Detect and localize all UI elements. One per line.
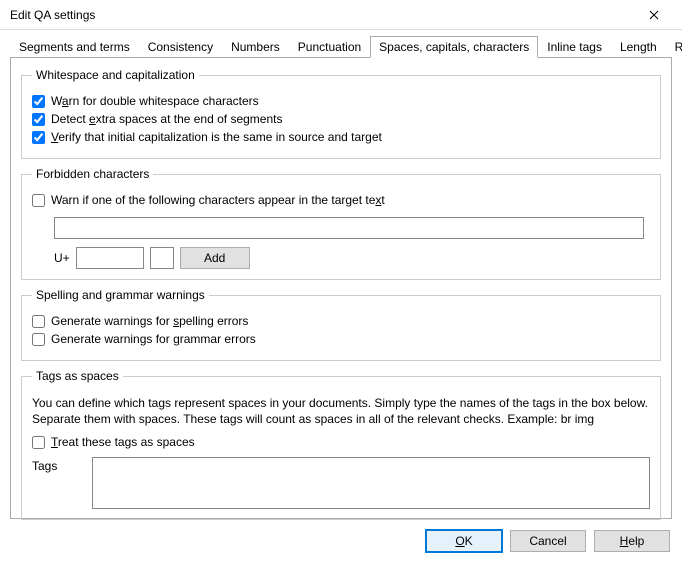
unicode-char-input[interactable] bbox=[150, 247, 174, 269]
group-spelling: Spelling and grammar warnings Generate w… bbox=[21, 288, 661, 361]
tags-description: You can define which tags represent spac… bbox=[32, 395, 650, 427]
tab-consistency[interactable]: Consistency bbox=[139, 36, 222, 58]
chk-treat-tags-input[interactable] bbox=[32, 436, 45, 449]
tab-strip: Segments and terms Consistency Numbers P… bbox=[0, 30, 682, 58]
chk-grammar-warnings-label: Generate warnings for grammar errors bbox=[51, 332, 256, 346]
chk-spelling-warnings[interactable]: Generate warnings for spelling errors bbox=[32, 314, 650, 328]
chk-forbidden-warn[interactable]: Warn if one of the following characters … bbox=[32, 193, 650, 207]
chk-forbidden-warn-label: Warn if one of the following characters … bbox=[51, 193, 385, 207]
chk-treat-tags-as-spaces[interactable]: Treat these tags as spaces bbox=[32, 435, 650, 449]
unicode-code-input[interactable] bbox=[76, 247, 144, 269]
tags-field-label: Tags bbox=[32, 457, 82, 509]
titlebar: Edit QA settings bbox=[0, 0, 682, 30]
cancel-button[interactable]: Cancel bbox=[510, 530, 586, 552]
chk-extra-end-spaces-input[interactable] bbox=[32, 113, 45, 126]
tab-panel: Whitespace and capitalization Warn for d… bbox=[10, 57, 672, 519]
tags-textarea[interactable] bbox=[92, 457, 650, 509]
chk-treat-tags-label: Treat these tags as spaces bbox=[51, 435, 195, 449]
chk-grammar-warnings[interactable]: Generate warnings for grammar errors bbox=[32, 332, 650, 346]
group-forbidden-legend: Forbidden characters bbox=[32, 167, 153, 181]
group-spelling-legend: Spelling and grammar warnings bbox=[32, 288, 209, 302]
chk-double-whitespace-label: Warn for double whitespace characters bbox=[51, 94, 259, 108]
group-tags-as-spaces: Tags as spaces You can define which tags… bbox=[21, 369, 661, 520]
chk-extra-end-spaces[interactable]: Detect extra spaces at the end of segmen… bbox=[32, 112, 650, 126]
unicode-add-row: U+ Add bbox=[54, 247, 650, 269]
uplus-label: U+ bbox=[54, 251, 70, 265]
tab-length[interactable]: Length bbox=[611, 36, 666, 58]
chk-spelling-warnings-label: Generate warnings for spelling errors bbox=[51, 314, 248, 328]
group-tags-legend: Tags as spaces bbox=[32, 369, 123, 383]
tab-spaces-capitals-characters[interactable]: Spaces, capitals, characters bbox=[370, 36, 538, 58]
add-button[interactable]: Add bbox=[180, 247, 250, 269]
tab-numbers[interactable]: Numbers bbox=[222, 36, 289, 58]
tab-inline-tags[interactable]: Inline tags bbox=[538, 36, 611, 58]
close-button[interactable] bbox=[634, 1, 674, 29]
chk-verify-capitalization-label: Verify that initial capitalization is th… bbox=[51, 130, 382, 144]
help-button[interactable]: Help bbox=[594, 530, 670, 552]
forbidden-characters-input[interactable] bbox=[54, 217, 644, 239]
ok-button[interactable]: OK bbox=[426, 530, 502, 552]
button-bar: OK Cancel Help bbox=[0, 524, 682, 562]
chk-spelling-warnings-input[interactable] bbox=[32, 315, 45, 328]
tab-regex[interactable]: Regex bbox=[666, 36, 682, 58]
group-whitespace-legend: Whitespace and capitalization bbox=[32, 68, 199, 82]
tab-punctuation[interactable]: Punctuation bbox=[289, 36, 370, 58]
close-icon bbox=[649, 10, 659, 20]
chk-forbidden-warn-input[interactable] bbox=[32, 194, 45, 207]
tags-row: Tags bbox=[32, 457, 650, 509]
chk-verify-capitalization[interactable]: Verify that initial capitalization is th… bbox=[32, 130, 650, 144]
window-title: Edit QA settings bbox=[10, 8, 634, 22]
group-forbidden: Forbidden characters Warn if one of the … bbox=[21, 167, 661, 280]
chk-verify-capitalization-input[interactable] bbox=[32, 131, 45, 144]
chk-extra-end-spaces-label: Detect extra spaces at the end of segmen… bbox=[51, 112, 282, 126]
chk-double-whitespace-input[interactable] bbox=[32, 95, 45, 108]
group-whitespace: Whitespace and capitalization Warn for d… bbox=[21, 68, 661, 159]
chk-grammar-warnings-input[interactable] bbox=[32, 333, 45, 346]
chk-double-whitespace[interactable]: Warn for double whitespace characters bbox=[32, 94, 650, 108]
tab-segments-terms[interactable]: Segments and terms bbox=[10, 36, 139, 58]
